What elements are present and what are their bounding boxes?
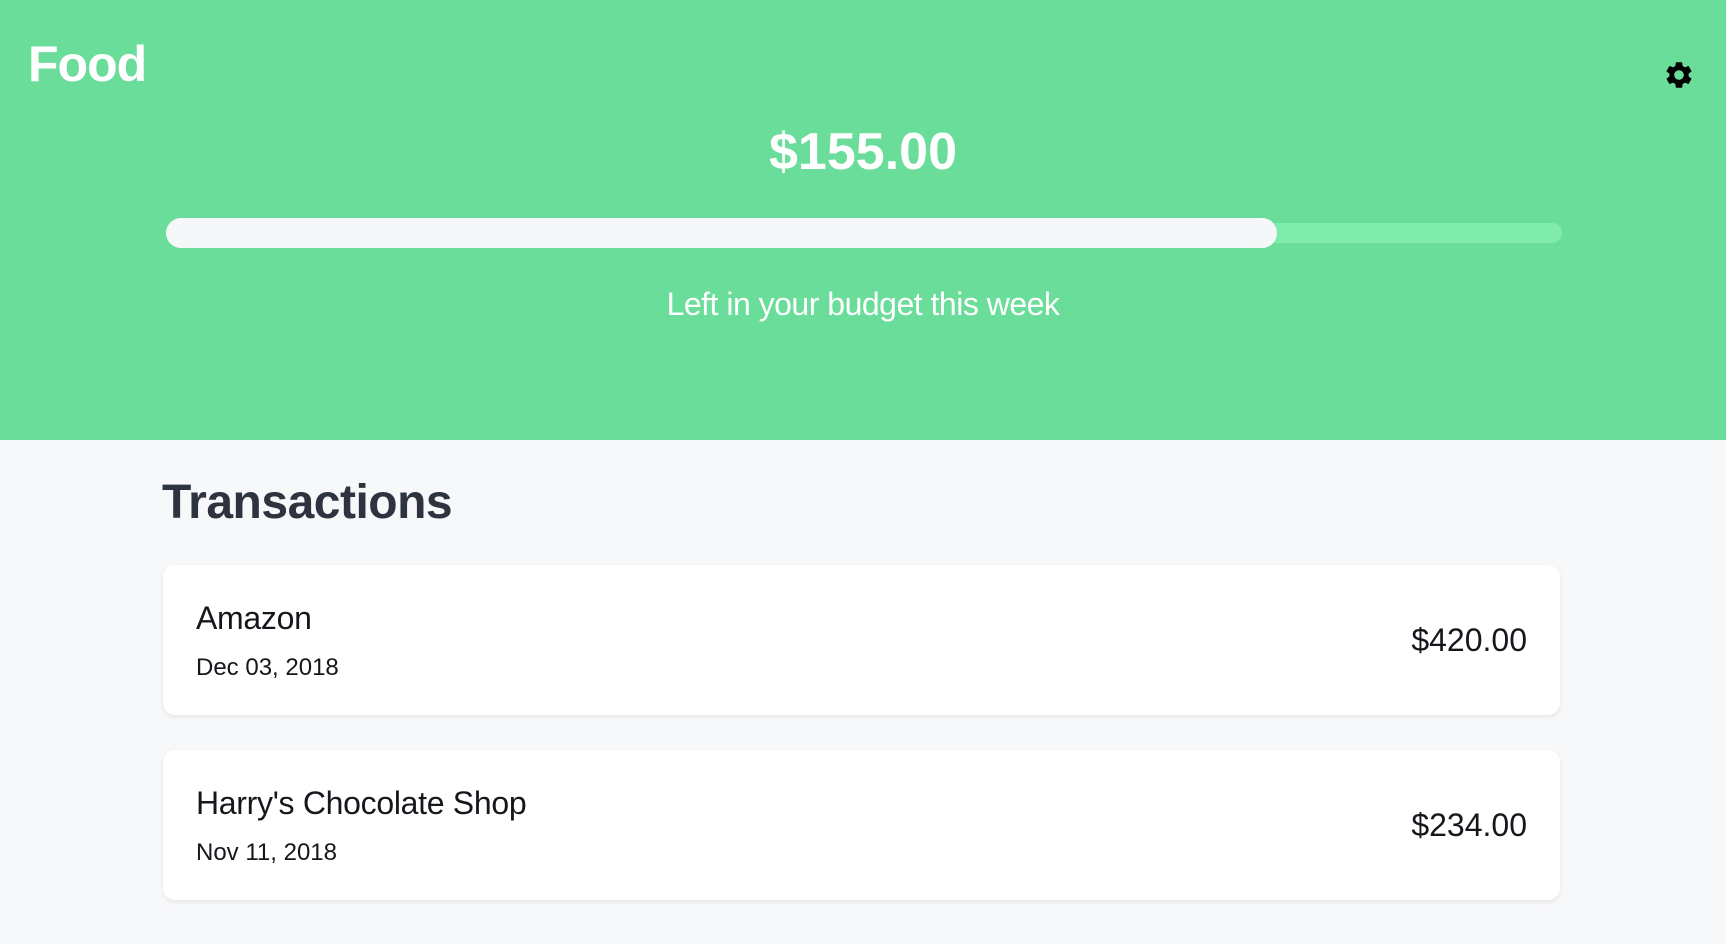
transaction-date: Dec 03, 2018	[196, 654, 339, 681]
gear-icon	[1663, 59, 1695, 96]
page-title: Food	[28, 36, 147, 92]
budget-caption: Left in your budget this week	[666, 286, 1060, 322]
transactions-title: Transactions	[162, 476, 453, 529]
transaction-card[interactable]: Amazon Dec 03, 2018 $420.00	[163, 565, 1560, 715]
remaining-amount: $155.00	[769, 123, 957, 181]
budget-header: Food $155.00 Left in your budget this we…	[0, 0, 1726, 440]
transaction-date: Nov 11, 2018	[196, 839, 337, 866]
transaction-amount: $420.00	[1411, 622, 1527, 658]
transaction-merchant: Amazon	[196, 600, 312, 636]
budget-progress-fill	[166, 218, 1278, 248]
settings-button[interactable]	[1660, 58, 1698, 96]
transaction-merchant: Harry's Chocolate Shop	[196, 785, 527, 821]
transaction-card[interactable]: Harry's Chocolate Shop Nov 11, 2018 $234…	[163, 750, 1560, 900]
transaction-amount: $234.00	[1411, 807, 1527, 843]
